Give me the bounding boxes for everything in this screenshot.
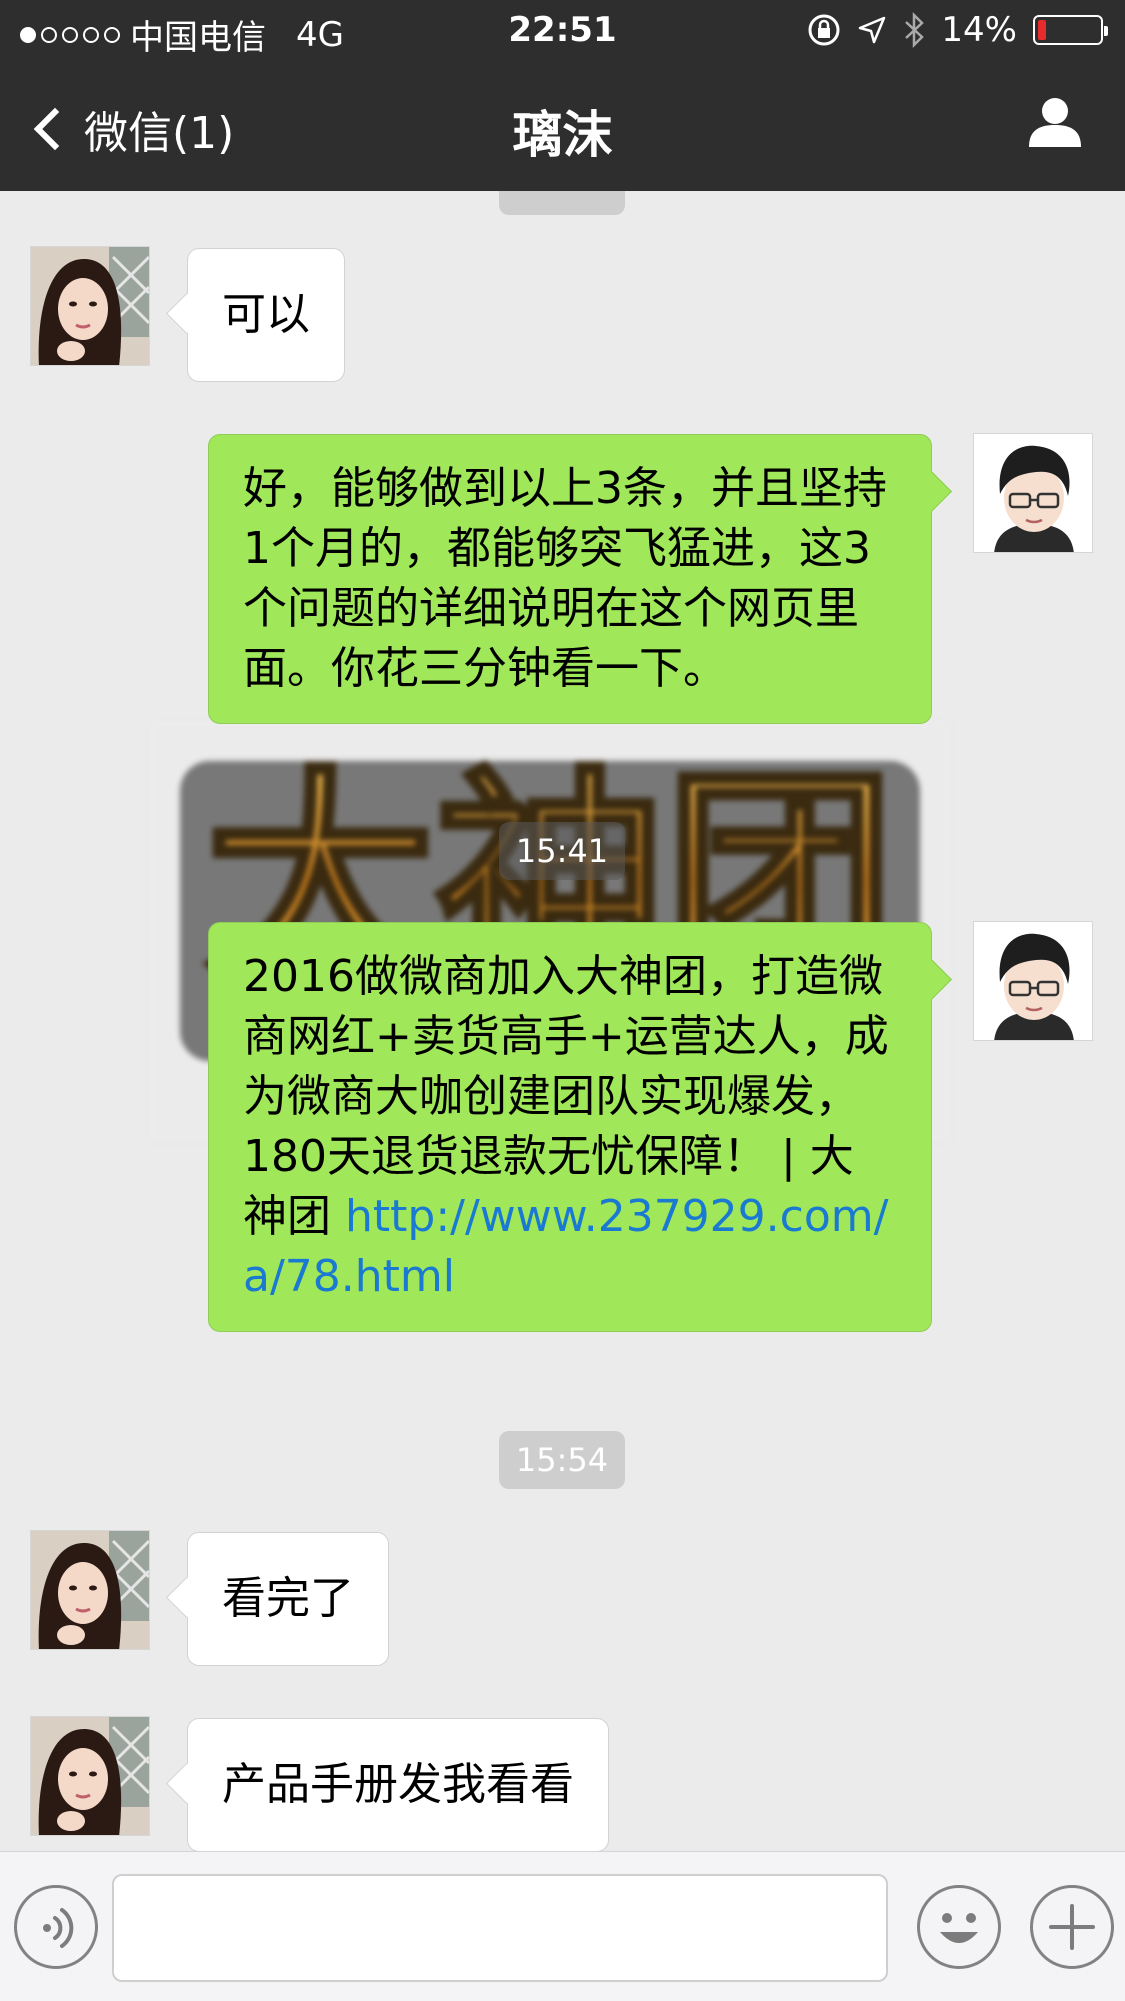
message-text: 看完了: [222, 1573, 354, 1624]
message-bubble-outgoing[interactable]: 2016做微商加入大神团，打造微商网红+卖货高手+运营达人，成为微商大咖创建团队…: [208, 922, 932, 1332]
nav-bar: 微信(1) 璃沫: [0, 63, 1125, 191]
my-avatar[interactable]: [973, 433, 1093, 553]
lock-rotation-icon: [808, 14, 840, 46]
message-input[interactable]: [112, 1874, 888, 1982]
input-bar: [0, 1851, 1125, 2001]
message-text: 产品手册发我看看: [222, 1759, 574, 1810]
message-bubble-incoming[interactable]: 看完了: [187, 1532, 389, 1666]
more-button[interactable]: [1030, 1885, 1114, 1969]
voice-button[interactable]: [14, 1885, 98, 1969]
message-bubble-incoming[interactable]: 可以: [187, 248, 345, 382]
battery-percent: 14%: [941, 10, 1017, 50]
time-divider: 15:41: [499, 822, 625, 880]
time-divider: 15:54: [499, 1431, 625, 1489]
chat-area[interactable]: 大神团 可以 好，能够做到以上3条，并且坚持1个月的，都能够突飞猛进，这3个问题…: [0, 191, 1125, 1851]
contact-avatar[interactable]: [30, 246, 150, 366]
plus-icon: [1049, 1904, 1095, 1950]
contact-avatar[interactable]: [30, 1716, 150, 1836]
location-arrow-icon: [859, 16, 886, 44]
my-avatar[interactable]: [973, 921, 1093, 1041]
emoji-button[interactable]: [917, 1885, 1001, 1969]
contact-avatar[interactable]: [30, 1530, 150, 1650]
bluetooth-icon: [905, 12, 925, 48]
voice-icon: [43, 1908, 74, 1948]
emoji-icon: [940, 1913, 978, 1943]
message-text: 可以: [222, 289, 310, 340]
battery-icon: [1033, 15, 1108, 45]
message-bubble-outgoing[interactable]: 好，能够做到以上3条，并且坚持1个月的，都能够突飞猛进，这3个问题的详细说明在这…: [208, 434, 932, 724]
chat-title: 璃沫: [512, 106, 613, 164]
message-bubble-incoming[interactable]: 产品手册发我看看: [187, 1718, 609, 1851]
battery-level: [1038, 20, 1047, 40]
message-text: 好，能够做到以上3条，并且坚持1个月的，都能够突飞猛进，这3个问题的详细说明在这…: [243, 463, 887, 694]
person-icon[interactable]: [1025, 91, 1085, 151]
status-bar: 中国电信 4G 22:51 14%: [0, 0, 1125, 63]
time-divider-partial: [499, 191, 625, 215]
